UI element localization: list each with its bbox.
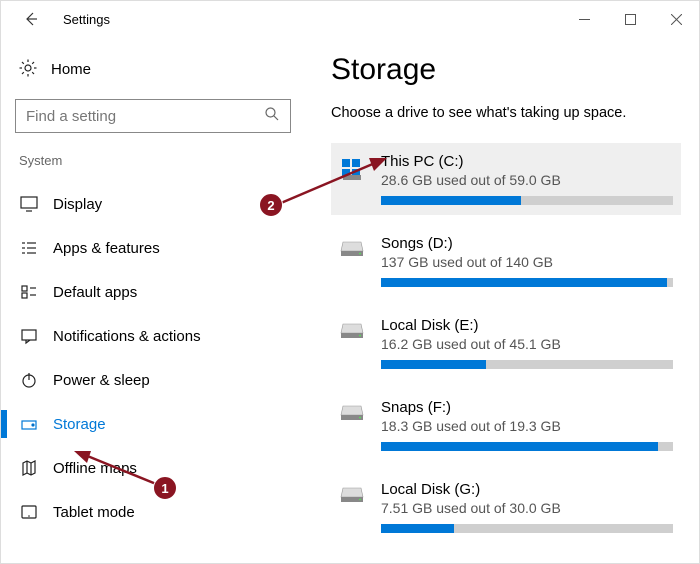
sidebar-item-label: Default apps <box>53 284 137 301</box>
search-icon <box>264 106 280 126</box>
sidebar-item-notifications-actions[interactable]: Notifications & actions <box>15 314 301 358</box>
sidebar-item-default-apps[interactable]: Default apps <box>15 270 301 314</box>
drive-item[interactable]: Local Disk (E:) 16.2 GB used out of 45.1 … <box>331 307 681 379</box>
search-input[interactable]: Find a setting <box>15 99 291 133</box>
page-title: Storage <box>331 53 681 87</box>
page-subtitle: Choose a drive to see what's taking up s… <box>331 105 681 121</box>
window-title: Settings <box>63 12 110 27</box>
drive-name: Snaps (F:) <box>381 399 673 416</box>
home-button[interactable]: Home <box>15 49 301 89</box>
sidebar: Home Find a setting System Display Apps &… <box>1 37 301 563</box>
drive-stat: 7.51 GB used out of 30.0 GB <box>381 500 673 516</box>
drive-icon <box>339 235 365 287</box>
tablet-icon <box>19 503 39 521</box>
drive-icon <box>339 481 365 533</box>
drive-item[interactable]: System Reserved (H:)89.3 MB used out of … <box>331 553 681 563</box>
window-controls <box>561 3 699 35</box>
sidebar-item-display[interactable]: Display <box>15 182 301 226</box>
usage-bar <box>381 442 673 451</box>
search-placeholder: Find a setting <box>26 108 116 125</box>
drive-item[interactable]: Snaps (F:) 18.3 GB used out of 19.3 GB <box>331 389 681 461</box>
usage-bar-fill <box>381 442 658 451</box>
drive-item[interactable]: Local Disk (G:) 7.51 GB used out of 30.0 … <box>331 471 681 543</box>
display-icon <box>19 195 39 213</box>
usage-bar <box>381 524 673 533</box>
sidebar-item-label: Notifications & actions <box>53 328 201 345</box>
drive-name: Songs (D:) <box>381 235 673 252</box>
gear-icon <box>19 59 37 80</box>
minimize-button[interactable] <box>561 3 607 35</box>
usage-bar-fill <box>381 278 667 287</box>
drive-stat: 18.3 GB used out of 19.3 GB <box>381 418 673 434</box>
default-apps-icon <box>19 283 39 301</box>
sidebar-item-label: Tablet mode <box>53 504 135 521</box>
sidebar-item-label: Storage <box>53 416 106 433</box>
drive-stat: 28.6 GB used out of 59.0 GB <box>381 172 673 188</box>
sidebar-item-apps-features[interactable]: Apps & features <box>15 226 301 270</box>
close-button[interactable] <box>653 3 699 35</box>
sidebar-item-label: Power & sleep <box>53 372 150 389</box>
drive-icon <box>339 317 365 369</box>
drive-name: Local Disk (E:) <box>381 317 673 334</box>
drive-stat: 137 GB used out of 140 GB <box>381 254 673 270</box>
usage-bar <box>381 360 673 369</box>
storage-icon <box>19 415 39 433</box>
sidebar-item-label: Apps & features <box>53 240 160 257</box>
sidebar-item-label: Offline maps <box>53 460 137 477</box>
sidebar-item-storage[interactable]: Storage <box>15 402 301 446</box>
back-button[interactable] <box>15 3 47 35</box>
usage-bar <box>381 278 673 287</box>
section-label: System <box>15 147 301 182</box>
drive-item[interactable]: This PC (C:) 28.6 GB used out of 59.0 GB <box>331 143 681 215</box>
titlebar: Settings <box>1 1 699 37</box>
drive-icon <box>339 399 365 451</box>
sidebar-item-label: Display <box>53 196 102 213</box>
selection-marker <box>1 410 7 438</box>
drive-name: This PC (C:) <box>381 153 673 170</box>
sidebar-item-power-sleep[interactable]: Power & sleep <box>15 358 301 402</box>
drive-name: Local Disk (G:) <box>381 481 673 498</box>
system-drive-icon <box>339 153 365 205</box>
apps-icon <box>19 239 39 257</box>
usage-bar-fill <box>381 524 454 533</box>
usage-bar <box>381 196 673 205</box>
maps-icon <box>19 459 39 477</box>
notifications-icon <box>19 327 39 345</box>
sidebar-item-tablet-mode[interactable]: Tablet mode <box>15 490 301 534</box>
usage-bar-fill <box>381 360 486 369</box>
drive-stat: 16.2 GB used out of 45.1 GB <box>381 336 673 352</box>
main-panel: Storage Choose a drive to see what's tak… <box>301 37 699 563</box>
sidebar-item-offline-maps[interactable]: Offline maps <box>15 446 301 490</box>
home-label: Home <box>51 61 91 78</box>
power-icon <box>19 371 39 389</box>
usage-bar-fill <box>381 196 521 205</box>
drive-item[interactable]: Songs (D:) 137 GB used out of 140 GB <box>331 225 681 297</box>
maximize-button[interactable] <box>607 3 653 35</box>
